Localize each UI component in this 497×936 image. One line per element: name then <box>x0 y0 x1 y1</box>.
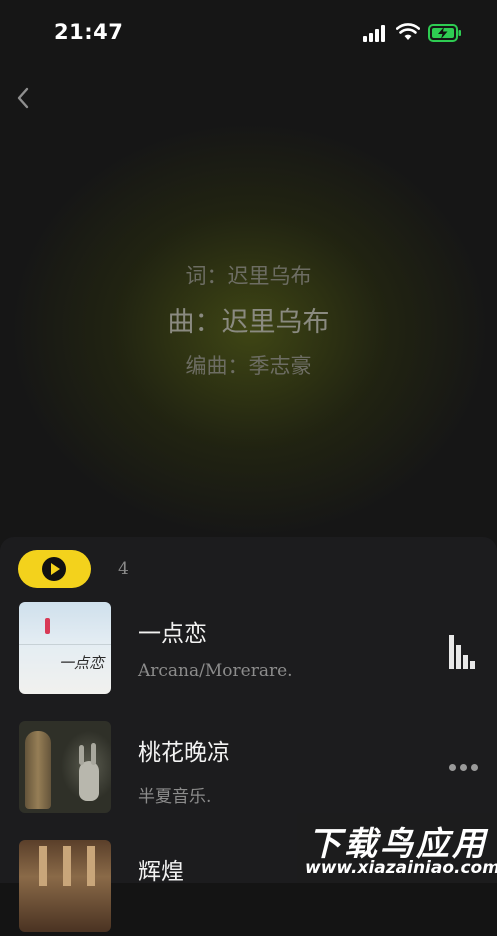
cover-text: 一点恋 <box>59 654 105 672</box>
song-artist: Arcana/Morerare. <box>138 661 293 681</box>
status-time: 21:47 <box>54 20 124 44</box>
song-count: 4 <box>118 559 129 579</box>
wifi-icon <box>396 23 420 40</box>
lyricist-credit: 词：迟里乌布 <box>185 264 312 288</box>
song-credits: 词：迟里乌布 曲：迟里乌布 编曲：季志豪 <box>0 266 497 377</box>
song-cover <box>19 840 111 932</box>
composer-credit: 曲：迟里乌布 <box>167 307 330 338</box>
song-title: 一点恋 <box>138 621 207 647</box>
song-title: 桃花晚凉 <box>138 740 230 766</box>
song-artist: 半夏音乐. <box>138 787 212 807</box>
song-cover <box>19 721 111 813</box>
back-chevron-icon[interactable] <box>12 84 34 112</box>
watermark: 下载鸟应用 www.xiazainiao.com <box>297 813 497 883</box>
song-row[interactable]: 一点恋 一点恋 Arcana/Morerare. <box>0 602 497 698</box>
battery-charging-icon <box>428 24 461 42</box>
song-row[interactable]: 桃花晚凉 半夏音乐. <box>0 721 497 817</box>
play-all-button[interactable] <box>18 550 91 588</box>
arranger-credit: 编曲：季志豪 <box>185 354 312 378</box>
cellular-signal-icon <box>363 25 389 42</box>
more-options-icon[interactable] <box>449 764 479 772</box>
song-cover: 一点恋 <box>19 602 111 694</box>
status-bar: 21:47 <box>0 0 497 62</box>
song-title: 辉煌 <box>138 859 184 885</box>
now-playing-icon <box>449 635 477 669</box>
watermark-en: www.xiazainiao.com <box>305 858 497 878</box>
